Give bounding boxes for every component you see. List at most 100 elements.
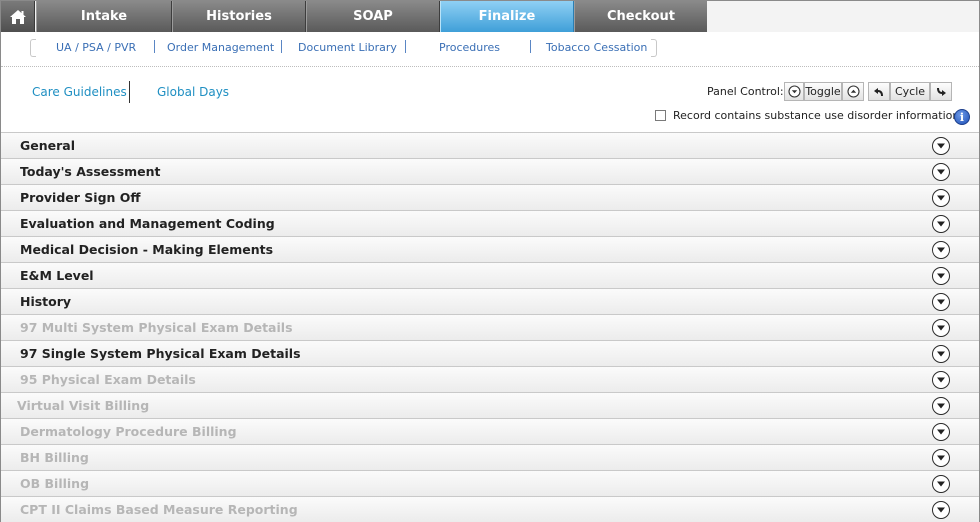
section-label: 97 Single System Physical Exam Details <box>20 346 301 361</box>
section-label: Dermatology Procedure Billing <box>20 424 237 439</box>
chevron-up-circle-icon <box>846 85 860 98</box>
nav-filler <box>707 1 979 32</box>
section-label: History <box>20 294 72 309</box>
collapse-all-button[interactable] <box>842 82 864 101</box>
tab-intake[interactable]: Intake <box>36 1 172 32</box>
tab-finalize[interactable]: Finalize <box>440 1 574 32</box>
toolbar-separator <box>129 81 130 103</box>
chevron-down-circle-icon <box>937 169 945 175</box>
chevron-down-circle-icon <box>937 273 945 279</box>
section-toggle[interactable] <box>932 423 950 441</box>
chevron-down-circle-icon <box>937 325 945 331</box>
section-toggle[interactable] <box>932 345 950 363</box>
chevron-down-circle-icon <box>937 195 945 201</box>
section-label: 95 Physical Exam Details <box>20 372 196 387</box>
subnav-link-tobacco-cessation[interactable]: Tobacco Cessation <box>546 41 647 54</box>
section-em-coding[interactable]: Evaluation and Management Coding <box>1 210 979 236</box>
chevron-down-circle-icon <box>937 299 945 305</box>
section-toggle[interactable] <box>932 475 950 493</box>
section-bh-billing[interactable]: BH Billing <box>1 444 979 470</box>
tab-checkout[interactable]: Checkout <box>574 1 708 32</box>
subnav-separator <box>281 40 282 53</box>
chevron-down-circle-icon <box>937 507 945 513</box>
section-label: Evaluation and Management Coding <box>20 216 275 231</box>
substance-use-row: Record contains substance use disorder i… <box>655 109 959 122</box>
cycle-forward-icon <box>937 87 946 96</box>
section-cpt-ii-reporting[interactable]: CPT II Claims Based Measure Reporting <box>1 496 979 522</box>
subnav-link-procedures[interactable]: Procedures <box>439 41 500 54</box>
info-icon[interactable]: i <box>954 109 970 125</box>
chevron-down-circle-icon <box>937 351 945 357</box>
chevron-down-circle-icon <box>787 85 801 98</box>
tab-histories[interactable]: Histories <box>172 1 306 32</box>
subnav-link-ua-psa-pvr[interactable]: UA / PSA / PVR <box>56 41 136 54</box>
section-label: OB Billing <box>20 476 90 491</box>
section-95-physical-exam[interactable]: 95 Physical Exam Details <box>1 366 979 392</box>
section-em-level[interactable]: E&M Level <box>1 262 979 288</box>
section-label: General <box>20 138 75 153</box>
section-virtual-visit-billing[interactable]: Virtual Visit Billing <box>1 392 979 418</box>
section-toggle[interactable] <box>932 189 950 207</box>
section-list: General Today's Assessment Provider Sign… <box>1 132 979 522</box>
section-toggle[interactable] <box>932 241 950 259</box>
chevron-down-circle-icon <box>937 455 945 461</box>
section-toggle[interactable] <box>932 371 950 389</box>
section-label: Virtual Visit Billing <box>17 398 150 413</box>
section-medical-decision[interactable]: Medical Decision - Making Elements <box>1 236 979 262</box>
global-days-link[interactable]: Global Days <box>157 85 229 99</box>
tab-soap[interactable]: SOAP <box>306 1 440 32</box>
section-toggle[interactable] <box>932 137 950 155</box>
section-toggle[interactable] <box>932 397 950 415</box>
chevron-down-circle-icon <box>937 221 945 227</box>
section-label: E&M Level <box>20 268 94 283</box>
section-dermatology-billing[interactable]: Dermatology Procedure Billing <box>1 418 979 444</box>
section-label: Provider Sign Off <box>20 190 141 205</box>
substance-use-checkbox[interactable] <box>655 110 666 121</box>
cycle-back-icon <box>874 87 883 96</box>
section-toggle[interactable] <box>932 215 950 233</box>
panel-control-label: Panel Control: <box>707 85 784 98</box>
section-ob-billing[interactable]: OB Billing <box>1 470 979 496</box>
subnav-separator <box>405 40 406 53</box>
section-toggle[interactable] <box>932 293 950 311</box>
chevron-down-circle-icon <box>937 429 945 435</box>
section-97-single-system-exam[interactable]: 97 Single System Physical Exam Details <box>1 340 979 366</box>
section-toggle[interactable] <box>932 163 950 181</box>
toggle-button[interactable]: Toggle <box>804 82 842 101</box>
section-label: 97 Multi System Physical Exam Details <box>20 320 293 335</box>
chevron-down-circle-icon <box>937 377 945 383</box>
section-label: Today's Assessment <box>20 164 161 179</box>
home-icon <box>9 9 26 24</box>
section-label: Medical Decision - Making Elements <box>20 242 274 257</box>
section-label: BH Billing <box>20 450 89 465</box>
home-button[interactable] <box>1 1 35 32</box>
cycle-back-button[interactable] <box>868 82 890 101</box>
section-toggle[interactable] <box>932 267 950 285</box>
section-toggle[interactable] <box>932 319 950 337</box>
subnav-bracket-left <box>30 39 36 57</box>
subnav-separator <box>530 40 531 53</box>
section-97-multi-system-exam[interactable]: 97 Multi System Physical Exam Details <box>1 314 979 340</box>
top-nav: Intake Histories SOAP Finalize Checkout <box>1 1 979 32</box>
section-general[interactable]: General <box>1 132 979 158</box>
chevron-down-circle-icon <box>937 247 945 253</box>
chevron-down-circle-icon <box>937 143 945 149</box>
subnav-link-order-management[interactable]: Order Management <box>167 41 274 54</box>
cycle-button[interactable]: Cycle <box>890 82 930 101</box>
section-history[interactable]: History <box>1 288 979 314</box>
substance-use-label: Record contains substance use disorder i… <box>673 109 960 122</box>
care-guidelines-link[interactable]: Care Guidelines <box>32 85 127 99</box>
sub-nav: UA / PSA / PVR Order Management Document… <box>1 32 979 67</box>
subnav-bracket-right <box>651 39 657 57</box>
cycle-forward-button[interactable] <box>930 82 952 101</box>
subnav-link-document-library[interactable]: Document Library <box>298 41 397 54</box>
subnav-separator <box>154 40 155 53</box>
section-toggle[interactable] <box>932 449 950 467</box>
section-todays-assessment[interactable]: Today's Assessment <box>1 158 979 184</box>
expand-all-button[interactable] <box>784 82 804 101</box>
section-provider-sign-off[interactable]: Provider Sign Off <box>1 184 979 210</box>
section-label: CPT II Claims Based Measure Reporting <box>20 502 298 517</box>
section-toggle[interactable] <box>932 501 950 519</box>
chevron-down-circle-icon <box>937 481 945 487</box>
chevron-down-circle-icon <box>937 403 945 409</box>
